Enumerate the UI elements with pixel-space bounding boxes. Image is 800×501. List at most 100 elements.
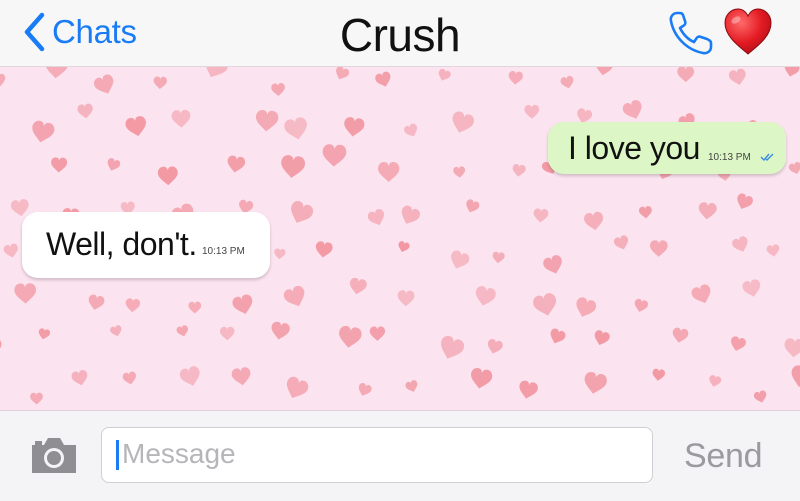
background-heart (397, 290, 415, 307)
background-heart (783, 337, 800, 359)
message-timestamp: 10:13 PM (708, 152, 751, 163)
background-heart (230, 366, 253, 387)
background-heart (171, 109, 191, 129)
background-heart (356, 381, 373, 399)
red-heart-icon (724, 8, 772, 55)
background-heart (532, 208, 549, 224)
background-heart (124, 298, 141, 313)
background-heart (788, 363, 800, 390)
send-button[interactable]: Send (684, 437, 763, 476)
background-heart (404, 379, 420, 394)
background-heart (279, 154, 306, 180)
outgoing-message-bubble[interactable]: I love you 10:13 PM (548, 122, 786, 174)
background-heart (175, 324, 190, 338)
background-heart (689, 282, 715, 307)
double-check-icon (760, 153, 774, 162)
background-heart (153, 76, 168, 90)
background-heart (269, 320, 291, 342)
background-heart (594, 66, 614, 77)
camera-icon[interactable] (28, 433, 80, 477)
message-input-bar: Send (0, 410, 800, 501)
background-heart (507, 70, 524, 86)
background-heart (366, 207, 388, 228)
background-heart (0, 337, 3, 358)
background-heart (632, 297, 649, 314)
background-heart (491, 251, 506, 264)
message-text: Well, don't. (46, 226, 197, 262)
background-heart (741, 278, 763, 299)
background-heart (347, 276, 368, 296)
background-heart (651, 368, 666, 382)
message-text: I love you (568, 130, 700, 166)
background-heart (612, 234, 631, 252)
background-heart (188, 301, 202, 314)
background-heart (728, 67, 748, 87)
background-heart (677, 66, 695, 83)
background-heart (70, 369, 90, 388)
background-heart (753, 389, 769, 405)
background-heart (583, 211, 605, 232)
background-heart (178, 364, 203, 389)
background-heart (92, 72, 118, 98)
background-heart (524, 104, 540, 119)
background-heart (728, 335, 747, 353)
message-input[interactable] (122, 434, 642, 474)
background-heart (473, 284, 498, 308)
back-button[interactable]: Chats (22, 10, 137, 54)
background-heart (485, 338, 504, 356)
background-heart (231, 293, 256, 317)
message-field[interactable] (101, 427, 653, 483)
background-heart (463, 198, 481, 215)
background-heart (374, 70, 394, 89)
background-heart (511, 163, 527, 178)
background-heart (286, 199, 316, 228)
back-label: Chats (52, 13, 137, 50)
background-heart (333, 66, 351, 83)
background-heart (730, 235, 751, 255)
background-heart (517, 379, 539, 401)
background-heart (124, 115, 149, 139)
background-heart (436, 334, 467, 363)
background-heart (86, 293, 106, 312)
background-heart (0, 73, 7, 88)
background-heart (378, 162, 400, 182)
background-heart (782, 66, 800, 79)
background-heart (283, 116, 310, 142)
message-timestamp: 10:13 PM (202, 246, 245, 257)
chat-header: Chats Crush (0, 0, 800, 67)
background-heart (44, 66, 69, 80)
background-heart (621, 98, 646, 123)
background-heart (282, 374, 311, 403)
background-heart (109, 324, 124, 338)
background-heart (50, 157, 68, 173)
chat-area[interactable]: I love you 10:13 PM Well, don't. 10:13 P… (0, 66, 800, 410)
background-heart (273, 248, 286, 260)
background-heart (37, 327, 51, 341)
incoming-message-bubble[interactable]: Well, don't. 10:13 PM (22, 212, 270, 278)
background-heart (592, 329, 611, 348)
background-heart (733, 192, 755, 212)
background-heart (448, 109, 476, 136)
background-heart (219, 326, 235, 341)
background-heart (787, 161, 800, 176)
background-heart (766, 243, 781, 258)
background-heart (541, 253, 566, 277)
background-heart (396, 240, 411, 254)
background-heart (337, 325, 363, 350)
background-heart (76, 103, 94, 120)
background-heart (436, 67, 452, 83)
background-heart (468, 366, 494, 391)
background-heart (649, 240, 668, 258)
background-heart (105, 157, 122, 173)
background-heart (2, 242, 20, 260)
phone-icon[interactable] (667, 9, 717, 57)
background-heart (157, 166, 179, 186)
background-heart (671, 326, 690, 345)
background-heart (321, 143, 347, 168)
background-heart (581, 370, 609, 396)
background-heart (314, 240, 334, 259)
background-heart (122, 370, 138, 386)
background-heart (270, 82, 286, 97)
background-heart (547, 327, 567, 347)
background-heart (369, 326, 386, 341)
